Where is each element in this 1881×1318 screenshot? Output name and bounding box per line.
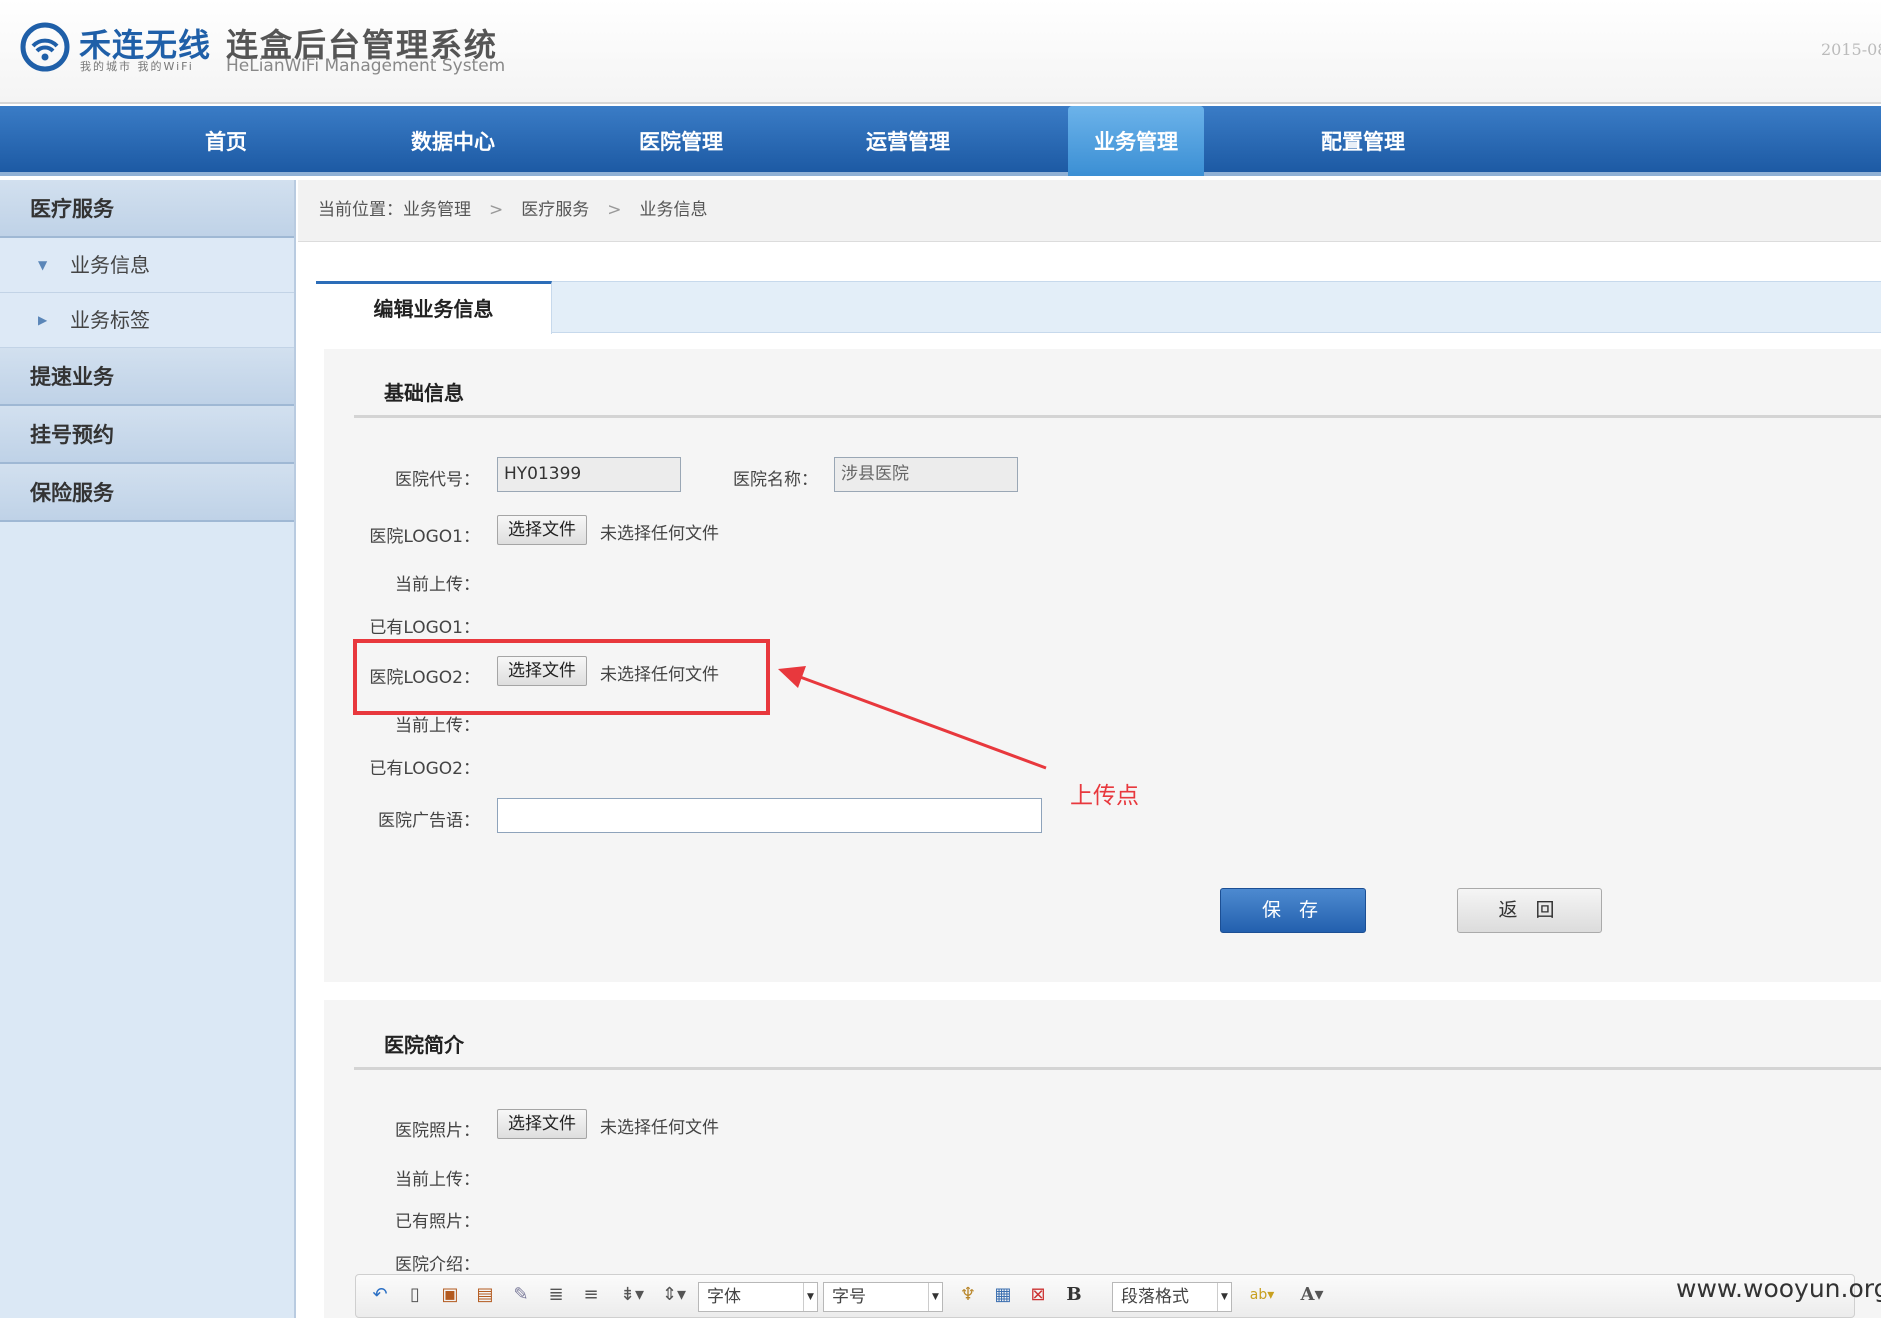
spellcheck-icon[interactable]: ab▾ xyxy=(1242,1283,1282,1307)
triangle-right-icon: ▶ xyxy=(38,313,48,327)
chevron-down-icon: ▼ xyxy=(928,1283,942,1311)
annotation-arrow-icon xyxy=(778,666,1047,770)
paragraph-spacing-icon[interactable]: ⇟▾ xyxy=(614,1283,650,1307)
align-center-icon[interactable]: ≣ xyxy=(544,1283,568,1307)
font-color-letter: A xyxy=(1300,1284,1315,1305)
sidebar-group-insurance[interactable]: 保险服务 xyxy=(0,464,294,522)
section-divider xyxy=(354,1067,1881,1070)
watermark: www.wooyun.org xyxy=(1676,1274,1881,1303)
tab-bar: 编辑业务信息 xyxy=(316,281,1881,334)
logo1-choose-file-button[interactable]: 选择文件 xyxy=(497,515,587,545)
paragraph-format-select[interactable]: 段落格式 ▼ xyxy=(1112,1282,1232,1312)
undo-icon[interactable]: ↶ xyxy=(368,1283,392,1307)
wifi-logo-icon xyxy=(20,22,70,72)
eraser-icon[interactable]: ✎ xyxy=(509,1283,533,1307)
existing-logo2-label: 已有LOGO2： xyxy=(369,759,480,779)
nav-item-data-center[interactable]: 数据中心 xyxy=(385,106,521,176)
logo1-label: 医院LOGO1： xyxy=(369,527,480,547)
nav-item-config-management[interactable]: 配置管理 xyxy=(1295,106,1431,176)
new-document-icon[interactable]: ▯ xyxy=(403,1283,427,1307)
format-brush-icon[interactable]: ♆ xyxy=(956,1283,980,1307)
font-size-select[interactable]: 字号 ▼ xyxy=(823,1282,943,1312)
breadcrumb-separator: > xyxy=(489,200,504,220)
font-color-icon[interactable]: A▾ xyxy=(1292,1283,1332,1307)
section-title-basic: 基础信息 xyxy=(384,381,464,405)
sidebar-item-label: 业务标签 xyxy=(70,308,150,332)
header-date: 2015-08 xyxy=(1821,40,1881,59)
sidebar-group-medical-service[interactable]: 医疗服务 xyxy=(0,180,294,238)
sidebar-item-label: 业务信息 xyxy=(70,253,150,277)
annotation-highlight-box xyxy=(353,639,770,715)
bold-icon[interactable]: B xyxy=(1062,1283,1086,1307)
photo-current-upload-label: 当前上传： xyxy=(395,1170,480,1190)
nav-item-business-management[interactable]: 业务管理 xyxy=(1068,106,1204,176)
font-family-value: 字体 xyxy=(707,1287,741,1307)
main-nav: 首页 数据中心 医院管理 运营管理 业务管理 配置管理 xyxy=(0,106,1881,176)
photo-label: 医院照片： xyxy=(395,1121,480,1141)
chevron-down-icon: ▼ xyxy=(803,1283,817,1311)
intro-panel: 医院简介 xyxy=(324,1000,1881,1318)
align-justify-icon[interactable]: ≡ xyxy=(579,1283,603,1307)
breadcrumb-item: 业务信息 xyxy=(639,200,708,220)
delete-table-icon[interactable]: ⊠ xyxy=(1026,1283,1050,1307)
hospital-name-label: 医院名称： xyxy=(733,470,818,490)
sidebar-group-registration[interactable]: 挂号预约 xyxy=(0,406,294,464)
slogan-input[interactable] xyxy=(497,798,1042,833)
line-height-icon[interactable]: ⇕▾ xyxy=(656,1283,692,1307)
hospital-code-label: 医院代号： xyxy=(395,470,480,490)
font-size-value: 字号 xyxy=(832,1287,866,1307)
nav-item-operations-management[interactable]: 运营管理 xyxy=(840,106,976,176)
chevron-down-icon: ▼ xyxy=(1217,1283,1231,1311)
intro-label: 医院介绍： xyxy=(395,1255,480,1275)
font-family-select[interactable]: 字体 ▼ xyxy=(698,1282,818,1312)
save-button[interactable]: 保 存 xyxy=(1220,888,1366,933)
sidebar-item-business-tags[interactable]: ▶ 业务标签 xyxy=(0,293,294,348)
sidebar-item-business-info[interactable]: ▼ 业务信息 xyxy=(0,238,294,293)
tab-edit-business-info[interactable]: 编辑业务信息 xyxy=(316,281,552,334)
nav-item-home[interactable]: 首页 xyxy=(158,106,294,176)
breadcrumb: 当前位置：业务管理 > 医疗服务 > 业务信息 xyxy=(298,180,1881,242)
logo1-current-upload-label: 当前上传： xyxy=(395,575,480,595)
section-title-intro: 医院简介 xyxy=(384,1033,464,1057)
triangle-down-icon: ▼ xyxy=(38,258,48,272)
back-button[interactable]: 返 回 xyxy=(1457,888,1602,933)
insert-image-icon[interactable]: ▣ xyxy=(438,1283,462,1307)
logo1-file-status: 未选择任何文件 xyxy=(600,524,719,544)
breadcrumb-prefix: 当前位置： xyxy=(318,200,403,220)
nav-item-hospital-management[interactable]: 医院管理 xyxy=(613,106,749,176)
hospital-code-field[interactable]: HY01399 xyxy=(497,457,681,492)
insert-multi-image-icon[interactable]: ▤ xyxy=(473,1283,497,1307)
paragraph-format-value: 段落格式 xyxy=(1121,1287,1189,1307)
photo-choose-file-button[interactable]: 选择文件 xyxy=(497,1109,587,1139)
breadcrumb-item[interactable]: 医疗服务 xyxy=(521,200,589,220)
system-subtitle: HeLianWiFi Management System xyxy=(226,56,506,76)
hospital-name-field[interactable]: 涉县医院 xyxy=(834,457,1018,492)
existing-photo-label: 已有照片： xyxy=(395,1212,480,1232)
annotation-label: 上传点 xyxy=(1070,783,1139,809)
section-divider xyxy=(354,415,1881,418)
rich-text-toolbar: ↶ ▯ ▣ ▤ ✎ ≣ ≡ ⇟▾ ⇕▾ 字体 ▼ 字号 ▼ ♆ ▦ ⊠ B 段落… xyxy=(355,1274,1855,1318)
app-header: 禾连无线 我的城市 我的WiFi 连盒后台管理系统 HeLianWiFi Man… xyxy=(0,0,1881,104)
sidebar-group-speedup[interactable]: 提速业务 xyxy=(0,348,294,406)
brand-tagline: 我的城市 我的WiFi xyxy=(80,60,194,73)
existing-logo1-label: 已有LOGO1： xyxy=(369,618,480,638)
slogan-label: 医院广告语： xyxy=(378,811,480,831)
photo-file-status: 未选择任何文件 xyxy=(600,1118,719,1138)
sidebar: 医疗服务 ▼ 业务信息 ▶ 业务标签 提速业务 挂号预约 保险服务 xyxy=(0,180,296,1318)
breadcrumb-separator: > xyxy=(607,200,622,220)
breadcrumb-item[interactable]: 业务管理 xyxy=(403,200,471,220)
table-icon[interactable]: ▦ xyxy=(991,1283,1015,1307)
